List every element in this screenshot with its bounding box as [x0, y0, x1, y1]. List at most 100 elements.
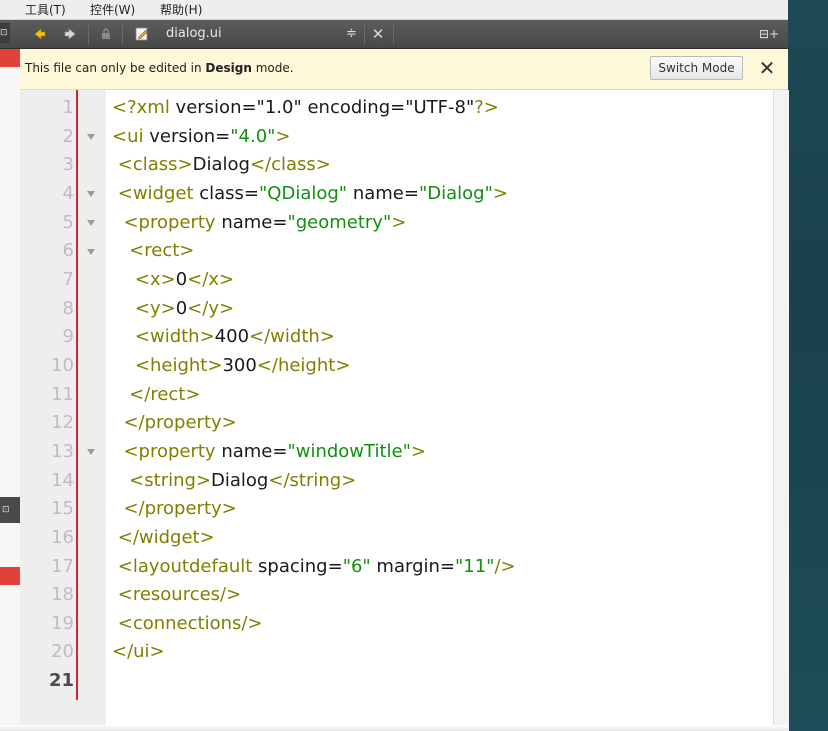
line-number: 14	[51, 469, 74, 491]
code-token: version=	[143, 125, 231, 147]
line-number: 5	[62, 211, 74, 233]
code-token: 0	[175, 297, 188, 319]
menu-item-partial[interactable]: ·	[0, 1, 1, 15]
code-line[interactable]: </rect>	[112, 381, 516, 410]
code-line[interactable]: </property>	[112, 495, 516, 524]
text-editor[interactable]: 1 2 3 4 5 6 7 8 9 10 11 12 13 14 15 16 17 18 19 20 21 <?xml …	[20, 90, 789, 731]
menu-widgets[interactable]: 控件(W)	[90, 1, 135, 18]
code-token: class=	[193, 182, 260, 204]
document-selector[interactable]: dialog.ui ≑	[160, 23, 364, 45]
close-icon: ✕	[758, 56, 776, 80]
vertical-scrollbar[interactable]	[773, 90, 789, 731]
menu-help[interactable]: 帮助(H)	[160, 1, 202, 18]
menu-tools[interactable]: 工具(T)	[25, 1, 66, 18]
code-line[interactable]: </property>	[112, 409, 516, 438]
code-token: <resources/>	[117, 584, 242, 606]
marker	[0, 49, 20, 67]
code-token: </height>	[256, 354, 351, 376]
line-number: 3	[62, 154, 74, 176]
code-line[interactable]: <widget class="QDialog" name="Dialog">	[112, 180, 516, 209]
code-line[interactable]: </ui>	[112, 638, 516, 667]
code-token: "QDialog"	[259, 182, 348, 204]
code-area[interactable]: <?xml version="1.0" encoding="UTF-8"?> <u…	[112, 94, 516, 696]
code-token: <class>	[117, 154, 193, 176]
fold-triangle-icon[interactable]	[82, 438, 100, 467]
code-line[interactable]: <?xml version="1.0" encoding="UTF-8"?>	[112, 94, 516, 123]
editor-toolbar: ⊡ dialog.ui ≑ ✕ ⊟+	[0, 20, 788, 49]
code-token: </class>	[249, 154, 331, 176]
code-line[interactable]: </widget>	[112, 524, 516, 553]
code-token: <?xml	[112, 97, 170, 118]
code-token: </property>	[123, 412, 237, 434]
code-token: </ui>	[112, 641, 165, 663]
menu-bar: · 工具(T) 控件(W) 帮助(H)	[0, 0, 788, 20]
code-token: version="1.0" encoding="UTF-8"	[169, 97, 475, 118]
close-document-button[interactable]: ✕	[366, 20, 390, 48]
code-token: </width>	[249, 326, 335, 348]
line-number-gutter: 1 2 3 4 5 6 7 8 9 10 11 12 13 14 15 16 17 18 19 20 21	[20, 90, 106, 731]
fold-markers	[82, 94, 100, 696]
split-button[interactable]: ⊟+	[756, 20, 782, 48]
code-line[interactable]: <rect>	[112, 237, 516, 266]
code-token: </x>	[187, 268, 235, 290]
back-button[interactable]	[28, 20, 52, 48]
forward-button[interactable]	[58, 20, 82, 48]
code-line[interactable]: <width>400</width>	[112, 323, 516, 352]
fold-triangle-icon[interactable]	[82, 237, 100, 266]
split-icon: ⊟+	[758, 27, 780, 41]
panel-toggle-icon[interactable]: ⊡	[0, 497, 20, 523]
code-line[interactable]: <x>0</x>	[112, 266, 516, 295]
code-line[interactable]: <class>Dialog</class>	[112, 151, 516, 180]
code-line[interactable]: <property name="windowTitle">	[112, 438, 516, 467]
code-line[interactable]: <height>300</height>	[112, 352, 516, 381]
code-line[interactable]: <ui version="4.0">	[112, 123, 516, 152]
line-number: 7	[62, 268, 74, 290]
code-token: <rect>	[129, 240, 195, 262]
desktop-background	[788, 0, 828, 731]
line-number: 8	[62, 297, 74, 319]
code-token: <ui	[112, 125, 144, 147]
code-token: <string>	[129, 469, 212, 491]
line-number: 9	[62, 326, 74, 348]
code-line[interactable]: <string>Dialog</string>	[112, 467, 516, 496]
close-info-bar-button[interactable]: ✕	[756, 57, 778, 79]
code-token: <property	[123, 211, 216, 233]
fold-triangle-icon[interactable]	[82, 209, 100, 238]
line-number: 21	[48, 670, 74, 692]
line-number: 2	[62, 125, 74, 147]
code-line[interactable]	[112, 667, 516, 696]
code-token: </y>	[187, 297, 235, 319]
arrow-left-icon	[34, 28, 46, 40]
fold-triangle-icon[interactable]	[82, 123, 100, 152]
switch-mode-button[interactable]: Switch Mode	[650, 56, 743, 80]
code-line[interactable]: <property name="geometry">	[112, 209, 516, 238]
code-line[interactable]: <layoutdefault spacing="6" margin="11"/>	[112, 553, 516, 582]
panel-toggle-icon[interactable]: ⊡	[0, 23, 10, 43]
line-number: 18	[51, 584, 74, 606]
left-panel-edge	[0, 49, 20, 731]
code-token: <y>	[134, 297, 176, 319]
code-token: <height>	[134, 354, 223, 376]
code-token: "6"	[342, 555, 371, 577]
code-line[interactable]: <resources/>	[112, 581, 516, 610]
code-token: </string>	[268, 469, 357, 491]
toolbar-separator	[393, 24, 394, 44]
code-token: "geometry"	[287, 211, 392, 233]
fold-triangle-icon[interactable]	[82, 180, 100, 209]
toolbar-separator	[88, 24, 89, 44]
code-line[interactable]: <connections/>	[112, 610, 516, 639]
code-token: "Dialog"	[418, 182, 493, 204]
edit-document-button[interactable]	[130, 20, 154, 48]
code-line[interactable]: <y>0</y>	[112, 295, 516, 324]
lock-button[interactable]	[94, 20, 118, 48]
